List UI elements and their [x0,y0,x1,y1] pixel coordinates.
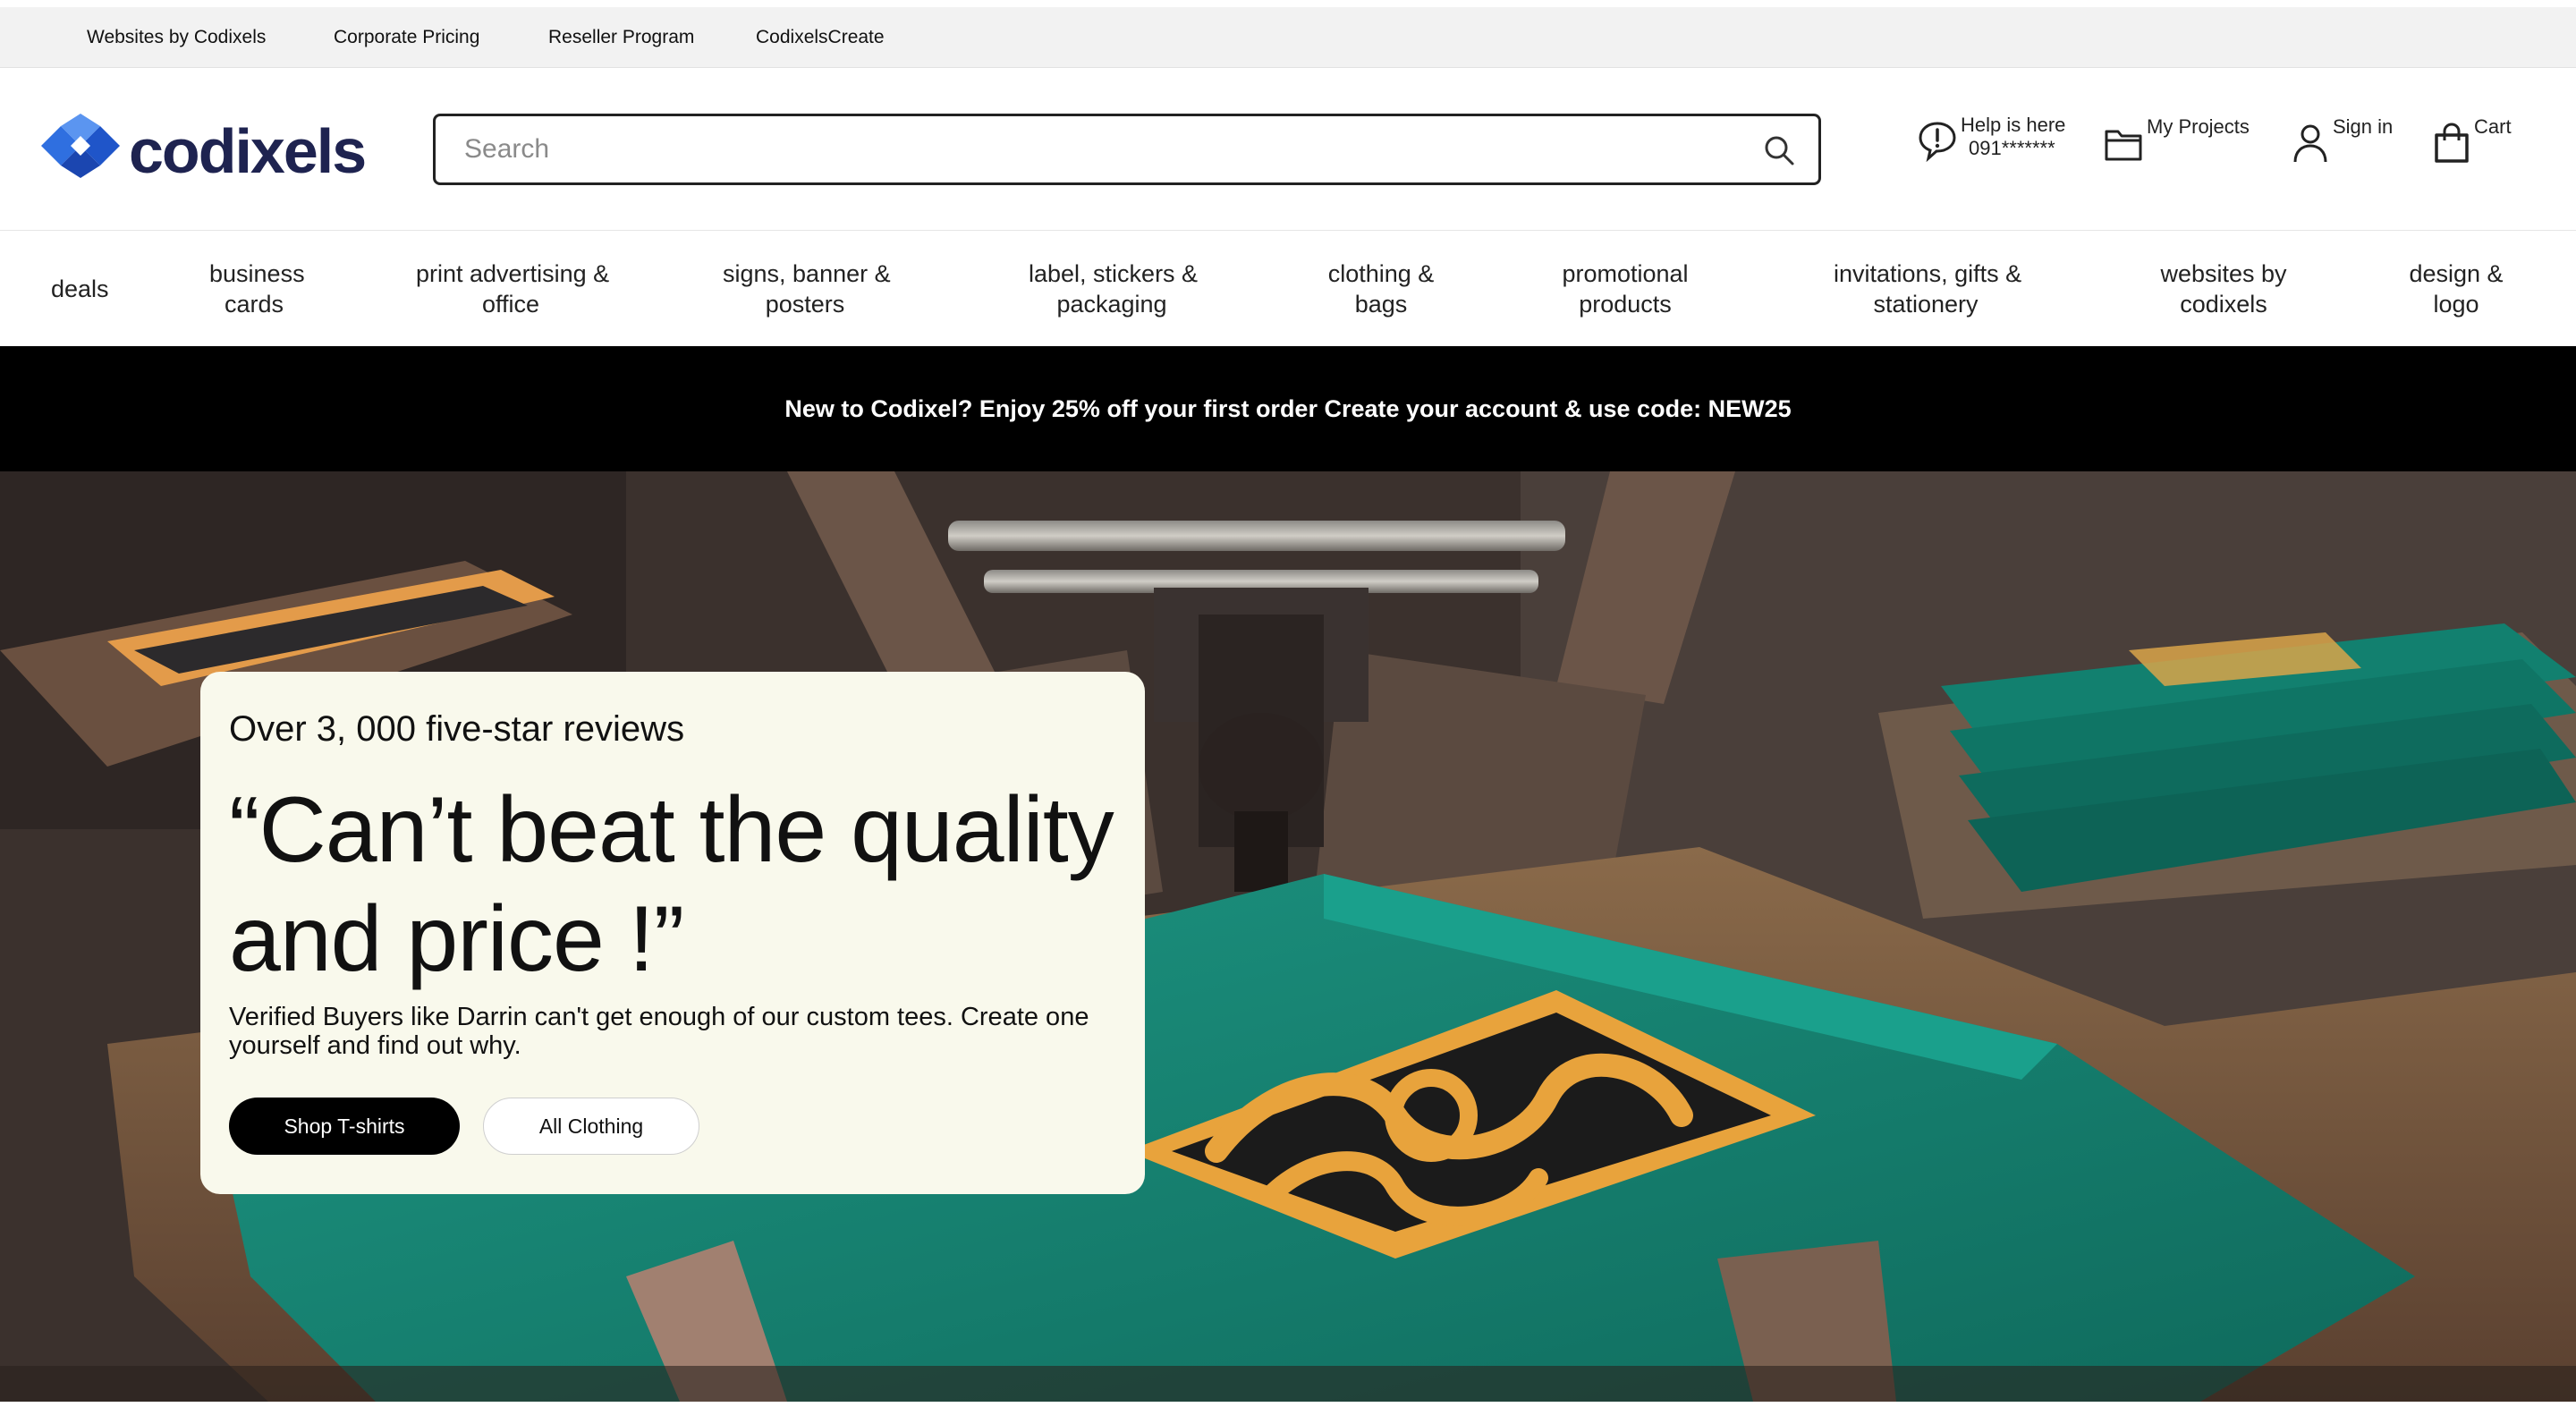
category-label: products [1579,291,1672,318]
help-chat-icon [1919,122,1956,162]
all-clothing-button[interactable]: All Clothing [483,1098,699,1155]
cart-link[interactable]: Cart [2433,114,2522,185]
search-icon[interactable] [1763,134,1795,166]
category-label: packaging [1056,291,1167,318]
site-logo[interactable]: codixels [41,114,367,189]
search-input[interactable] [462,116,1733,182]
category-promotional-products[interactable]: promotional products [1562,259,1689,319]
logo-mark-icon [41,114,120,178]
category-label: bags [1354,291,1408,318]
user-icon [2293,124,2327,163]
category-clothing-bags[interactable]: clothing & bags [1327,259,1435,319]
category-label: invitations, gifts & [1834,260,2022,287]
category-nav: deals business cards print advertising &… [0,232,2576,346]
hero-section: Over 3, 000 five-star reviews “Can’t bea… [0,471,2576,1402]
category-label: stationery [1873,291,1979,318]
utility-link-codixelscreate[interactable]: CodixelsCreate [756,27,885,48]
category-label: codixels [2180,291,2267,318]
category-label: logo [2433,291,2479,318]
category-label: promotional [1562,260,1689,287]
promo-text: New to Codixel? Enjoy 25% off your first… [784,395,1792,422]
utility-link-corporate-pricing[interactable]: Corporate Pricing [334,27,479,48]
category-label: office [481,291,540,318]
shopping-bag-icon [2435,123,2469,163]
category-invitations-gifts[interactable]: invitations, gifts & stationery [1834,259,2022,319]
category-labels-stickers[interactable]: label, stickers & packaging [1029,259,1199,319]
category-label: label, stickers & [1029,260,1199,287]
category-signs-banners[interactable]: signs, banner & posters [723,259,891,319]
folder-icon [2105,130,2142,161]
sign-in-link[interactable]: Sign in [2292,114,2399,185]
cart-label: Cart [2474,115,2512,138]
utility-link-reseller-program[interactable]: Reseller Program [548,27,694,48]
hero-description: Verified Buyers like Darrin can't get en… [229,1003,1089,1060]
category-label: signs, banner & [723,260,891,287]
category-business-cards[interactable]: business cards [209,259,305,319]
category-label: business [209,260,305,287]
category-label: print advertising & [416,260,610,287]
hero-eyebrow: Over 3, 000 five-star reviews [229,709,685,749]
category-label: clothing & [1327,260,1435,287]
category-label: posters [765,291,845,318]
category-design-logo[interactable]: design & logo [2406,259,2506,319]
sign-in-label: Sign in [2333,115,2394,138]
search-box [433,114,1821,185]
category-label: deals [51,275,109,302]
shop-tshirts-button[interactable]: Shop T-shirts [229,1098,460,1155]
category-label: design & [2409,260,2504,287]
my-projects-link[interactable]: My Projects [2104,114,2265,185]
category-label: cards [224,291,284,318]
utility-bar: Websites by Codixels Corporate Pricing R… [0,7,2576,68]
promo-banner: New to Codixel? Enjoy 25% off your first… [0,346,2576,471]
category-deals[interactable]: deals [51,274,109,304]
my-projects-label: My Projects [2147,115,2250,138]
help-link[interactable]: Help is here 091******* [1918,114,2070,185]
site-header: codixels Help is here 091******* My Proj… [0,69,2576,231]
logo-text: codixels [129,116,367,186]
help-phone: 091******* [1969,137,2055,159]
category-websites[interactable]: websites by codixels [2159,259,2288,319]
hero-card: Over 3, 000 five-star reviews “Can’t bea… [200,672,1145,1194]
help-title: Help is here [1961,114,2066,136]
hero-headline: “Can’t beat the quality and price !” [229,778,1114,991]
category-label: websites by [2160,260,2287,287]
category-print-advertising[interactable]: print advertising & office [416,259,610,319]
utility-link-websites[interactable]: Websites by Codixels [87,27,266,48]
